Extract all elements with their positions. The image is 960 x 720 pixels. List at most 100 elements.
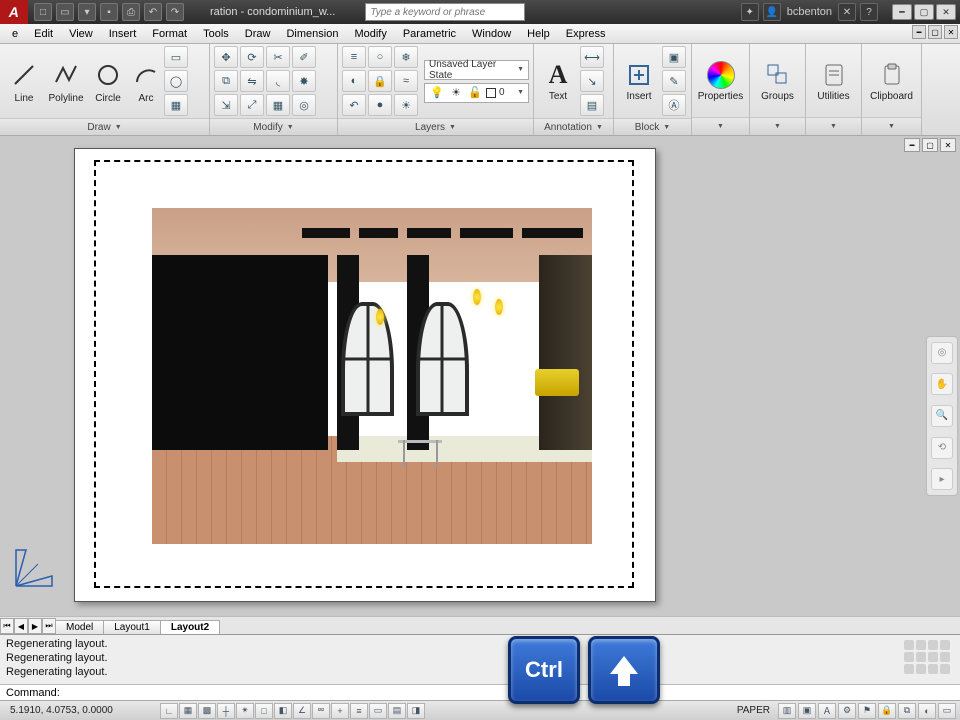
tool-layer-iso[interactable]: ◐ [342, 70, 366, 92]
qat-saveas-icon[interactable]: ▪ [100, 3, 118, 21]
tab-layout1[interactable]: Layout1 [103, 620, 161, 634]
layer-state-combo[interactable]: Unsaved Layer State▼ [424, 60, 529, 80]
space-toggle[interactable]: PAPER [731, 705, 776, 716]
status-hardware-accel-icon[interactable]: ⧉ [898, 703, 916, 719]
close-button[interactable]: ✕ [936, 4, 956, 20]
status-toolbar-lock-icon[interactable]: 🔒 [878, 703, 896, 719]
status-clean-screen-icon[interactable]: ▭ [938, 703, 956, 719]
tool-create-block[interactable]: ▣ [662, 46, 686, 68]
tool-rectangle[interactable]: ▭ [164, 46, 188, 68]
command-window[interactable]: Regenerating layout. Regenerating layout… [0, 634, 960, 700]
tool-groups[interactable]: Groups [754, 60, 801, 102]
help-search-input[interactable] [365, 3, 525, 21]
tool-array[interactable]: ▦ [266, 94, 290, 116]
doc-close-button[interactable]: ✕ [940, 138, 956, 152]
mdi-close-button[interactable]: ✕ [944, 25, 958, 39]
status-quickview-drawings-icon[interactable]: ▣ [798, 703, 816, 719]
qat-print-icon[interactable]: ⎙ [122, 3, 140, 21]
doc-restore-button[interactable]: ▢ [922, 138, 938, 152]
status-lwt-icon[interactable]: ≡ [350, 703, 368, 719]
status-sc-icon[interactable]: ◨ [407, 703, 425, 719]
tool-layer-thaw[interactable]: ☀ [394, 94, 418, 116]
menu-draw[interactable]: Draw [237, 24, 279, 43]
tool-ellipse[interactable]: ◯ [164, 70, 188, 92]
nav-showmotion-icon[interactable]: ▸ [931, 468, 953, 490]
tab-next-button[interactable]: ▶ [28, 618, 42, 634]
menu-window[interactable]: Window [464, 24, 519, 43]
doc-minimize-button[interactable]: ━ [904, 138, 920, 152]
menu-tools[interactable]: Tools [195, 24, 237, 43]
menu-parametric[interactable]: Parametric [395, 24, 464, 43]
panel-groups-drop[interactable]: ▼ [750, 117, 805, 135]
tool-layer-freeze[interactable]: ❄ [394, 46, 418, 68]
minimize-button[interactable]: ━ [892, 4, 912, 20]
command-input[interactable]: Command: [0, 684, 960, 700]
tool-layer-prev[interactable]: ↶ [342, 94, 366, 116]
nav-pan-icon[interactable]: ✋ [931, 373, 953, 395]
tool-utilities[interactable]: Utilities [810, 60, 857, 102]
tool-explode[interactable]: ✸ [292, 70, 316, 92]
tab-model[interactable]: Model [55, 620, 104, 634]
help-icon[interactable]: ? [860, 3, 878, 21]
qat-new-icon[interactable]: □ [34, 3, 52, 21]
tool-mirror[interactable]: ⇋ [240, 70, 264, 92]
infocenter-icon[interactable]: ✦ [741, 3, 759, 21]
tool-edit-block[interactable]: ✎ [662, 70, 686, 92]
status-qp-icon[interactable]: ▤ [388, 703, 406, 719]
tool-layer-lock[interactable]: 🔒 [368, 70, 392, 92]
tool-insert[interactable]: Insert [618, 60, 660, 102]
status-3dosnap-icon[interactable]: ◧ [274, 703, 292, 719]
tool-text[interactable]: A Text [538, 60, 578, 102]
menu-help[interactable]: Help [519, 24, 558, 43]
status-ducs-icon[interactable]: ⮹ [312, 703, 330, 719]
tool-line[interactable]: Line [4, 59, 44, 104]
tool-layer-on[interactable]: ● [368, 94, 392, 116]
tab-first-button[interactable]: ⏮ [0, 618, 14, 634]
tool-attr-block[interactable]: Ⓐ [662, 94, 686, 116]
maximize-button[interactable]: ▢ [914, 4, 934, 20]
status-grid-icon[interactable]: ▩ [198, 703, 216, 719]
panel-annotation-title[interactable]: Annotation▼ [534, 118, 613, 135]
drawing-area[interactable]: ━ ▢ ✕ ◎ ✋ 🔍 ⟲ ▸ [0, 136, 960, 616]
exchange-icon[interactable]: ✕ [838, 3, 856, 21]
tool-copy[interactable]: ⧉ [214, 70, 238, 92]
status-infer-icon[interactable]: ∟ [160, 703, 178, 719]
nav-orbit-icon[interactable]: ⟲ [931, 437, 953, 459]
panel-clipboard-drop[interactable]: ▼ [862, 117, 921, 135]
tool-leader[interactable]: ↘ [580, 70, 604, 92]
tool-polyline[interactable]: Polyline [46, 59, 86, 104]
tool-table[interactable]: ▤ [580, 94, 604, 116]
qat-undo-icon[interactable]: ↶ [144, 3, 162, 21]
menu-file[interactable]: e [4, 24, 26, 43]
menu-format[interactable]: Format [144, 24, 195, 43]
layout-viewport[interactable] [152, 208, 592, 544]
menu-modify[interactable]: Modify [346, 24, 394, 43]
status-quickview-layouts-icon[interactable]: ▥ [778, 703, 796, 719]
status-ortho-icon[interactable]: ┼ [217, 703, 235, 719]
menu-edit[interactable]: Edit [26, 24, 61, 43]
tab-last-button[interactable]: ⏭ [42, 618, 56, 634]
status-tpy-icon[interactable]: ▭ [369, 703, 387, 719]
signin-icon[interactable]: 👤 [763, 3, 781, 21]
status-dyn-icon[interactable]: + [331, 703, 349, 719]
coordinate-readout[interactable]: 5.1910, 4.0753, 0.0000 [0, 705, 160, 716]
panel-modify-title[interactable]: Modify▼ [210, 118, 337, 135]
status-annovis-icon[interactable]: ⚙ [838, 703, 856, 719]
qat-redo-icon[interactable]: ↷ [166, 3, 184, 21]
tool-arc[interactable]: Arc [130, 59, 162, 104]
qat-save-icon[interactable]: ▾ [78, 3, 96, 21]
nav-zoom-icon[interactable]: 🔍 [931, 405, 953, 427]
panel-properties-drop[interactable]: ▼ [692, 117, 749, 135]
tool-circle[interactable]: Circle [88, 59, 128, 104]
tool-stretch[interactable]: ⇲ [214, 94, 238, 116]
tool-scale[interactable]: ⤢ [240, 94, 264, 116]
tool-clipboard[interactable]: Clipboard [866, 60, 917, 102]
menu-express[interactable]: Express [558, 24, 614, 43]
tool-offset[interactable]: ◎ [292, 94, 316, 116]
tool-properties[interactable]: Properties [696, 60, 745, 102]
tool-layer-match[interactable]: ≈ [394, 70, 418, 92]
tool-layer-prop[interactable]: ≡ [342, 46, 366, 68]
qat-open-icon[interactable]: ▭ [56, 3, 74, 21]
tool-layer-off[interactable]: ○ [368, 46, 392, 68]
panel-draw-title[interactable]: Draw▼ [0, 118, 209, 135]
